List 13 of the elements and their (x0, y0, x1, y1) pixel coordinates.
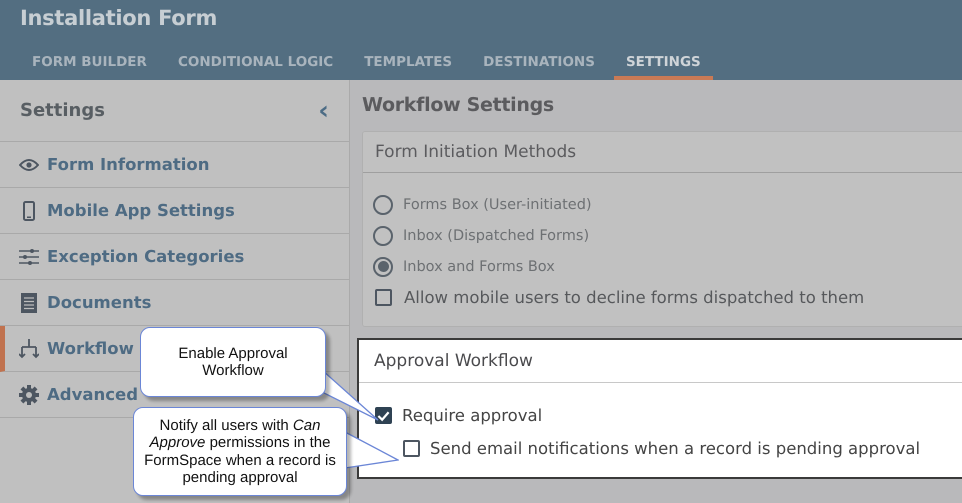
radio-label: Forms Box (User-initiated) (403, 196, 592, 212)
radio-label: Inbox (Dispatched Forms) (403, 228, 590, 244)
checkbox-label: Send email notifications when a record is pending approval (430, 439, 920, 458)
sidebar-title: Settings (20, 100, 105, 121)
page-title: Workflow Settings (362, 94, 555, 116)
radio-label: Inbox and Forms Box (403, 258, 555, 274)
window-title: Installation Form (20, 5, 218, 32)
card-title: Approval Workflow (359, 340, 962, 383)
checkbox-label: Allow mobile users to decline forms dispatched to them (404, 288, 864, 307)
card-title: Form Initiation Methods (363, 132, 962, 173)
callout-note: Notify all users with Can Approve permissions in the FormSpace when a record is pending approval (143, 416, 337, 486)
callout-note: Enable Approval Workflow (177, 344, 289, 380)
checkbox-label: Require approval (402, 406, 542, 425)
